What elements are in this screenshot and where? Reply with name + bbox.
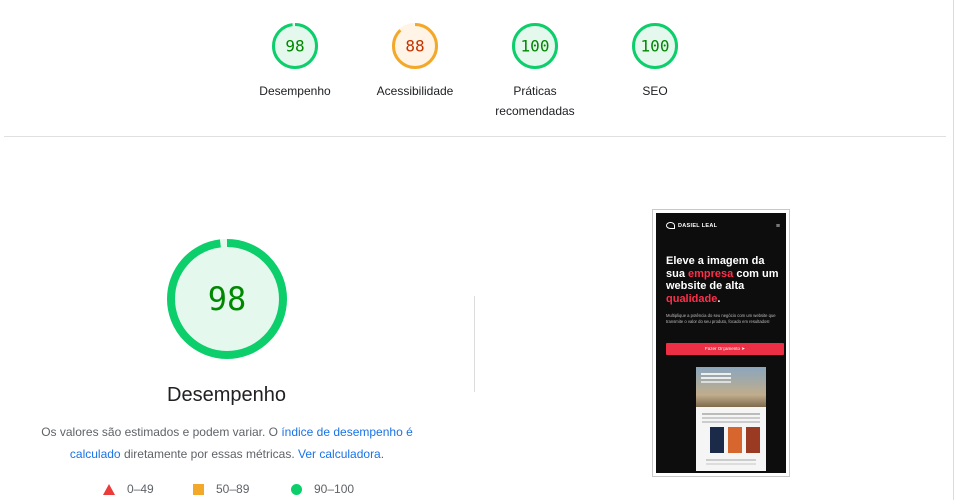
gauge-score: 88 bbox=[405, 37, 424, 56]
gauge-label: Acessibilidade bbox=[376, 84, 454, 98]
gauge-label: Práticas recomendadas bbox=[495, 84, 575, 118]
performance-score-ring: 98 bbox=[167, 239, 287, 359]
desc-text: diretamente por essas métricas. bbox=[120, 447, 299, 461]
triangle-icon bbox=[103, 483, 115, 495]
hero-subtext: Multiplique a potência do seu negócio co… bbox=[666, 313, 776, 324]
gauge-score: 98 bbox=[285, 37, 304, 56]
section-divider bbox=[4, 136, 946, 137]
final-screenshot[interactable]: DASIEL LEAL ≡ Eleve a imagem da sua empr… bbox=[652, 209, 790, 477]
quote-button: Fazer Orçamento ➤ bbox=[666, 343, 784, 355]
performance-gauge: 98 bbox=[166, 238, 288, 365]
legend-pass: 90–100 bbox=[291, 482, 354, 496]
gauge-label: SEO bbox=[642, 84, 668, 98]
legend-range: 0–49 bbox=[127, 482, 154, 496]
performance-score: 98 bbox=[208, 280, 247, 318]
performance-title: Desempenho bbox=[167, 384, 286, 406]
report-panel: 98 Desempenho 88 Acessibilidade 100 Prát… bbox=[0, 0, 954, 500]
desc-text: Os valores são estimados e podem variar.… bbox=[41, 425, 282, 439]
legend-fail: 0–49 bbox=[103, 482, 154, 496]
gauge-score: 100 bbox=[521, 37, 550, 56]
brand-name: DASIEL LEAL bbox=[678, 222, 718, 229]
legend-range: 90–100 bbox=[314, 482, 355, 496]
square-icon bbox=[193, 483, 204, 495]
gauge-best-practices[interactable]: 100 Práticas recomendadas bbox=[475, 21, 595, 121]
hero-headline: Eleve a imagem da sua empresa com um web… bbox=[666, 255, 779, 305]
vertical-divider bbox=[474, 296, 475, 392]
score-ring: 88 bbox=[392, 23, 438, 69]
gauge-score: 100 bbox=[641, 37, 670, 56]
gauge-seo[interactable]: 100 SEO bbox=[595, 21, 715, 101]
screenshot-screen: DASIEL LEAL ≡ Eleve a imagem da sua empr… bbox=[656, 213, 786, 473]
circle-icon bbox=[291, 483, 302, 495]
score-ring: 100 bbox=[512, 23, 558, 69]
performance-description: Os valores são estimados e podem variar.… bbox=[30, 421, 424, 465]
score-ring: 100 bbox=[632, 23, 678, 69]
desc-text: . bbox=[380, 447, 385, 461]
hamburger-icon: ≡ bbox=[775, 223, 780, 230]
legend-average: 50–89 bbox=[193, 482, 249, 496]
mockup-image bbox=[696, 367, 766, 471]
logo-icon bbox=[666, 222, 675, 229]
gauge-label: Desempenho bbox=[259, 84, 331, 98]
score-ring: 98 bbox=[272, 23, 318, 69]
brand-logo: DASIEL LEAL bbox=[666, 222, 717, 229]
legend-range: 50–89 bbox=[216, 482, 250, 496]
gauge-accessibility[interactable]: 88 Acessibilidade bbox=[355, 21, 475, 101]
calculator-link[interactable]: Ver calculadora bbox=[298, 447, 381, 461]
gauge-performance[interactable]: 98 Desempenho bbox=[235, 21, 355, 101]
